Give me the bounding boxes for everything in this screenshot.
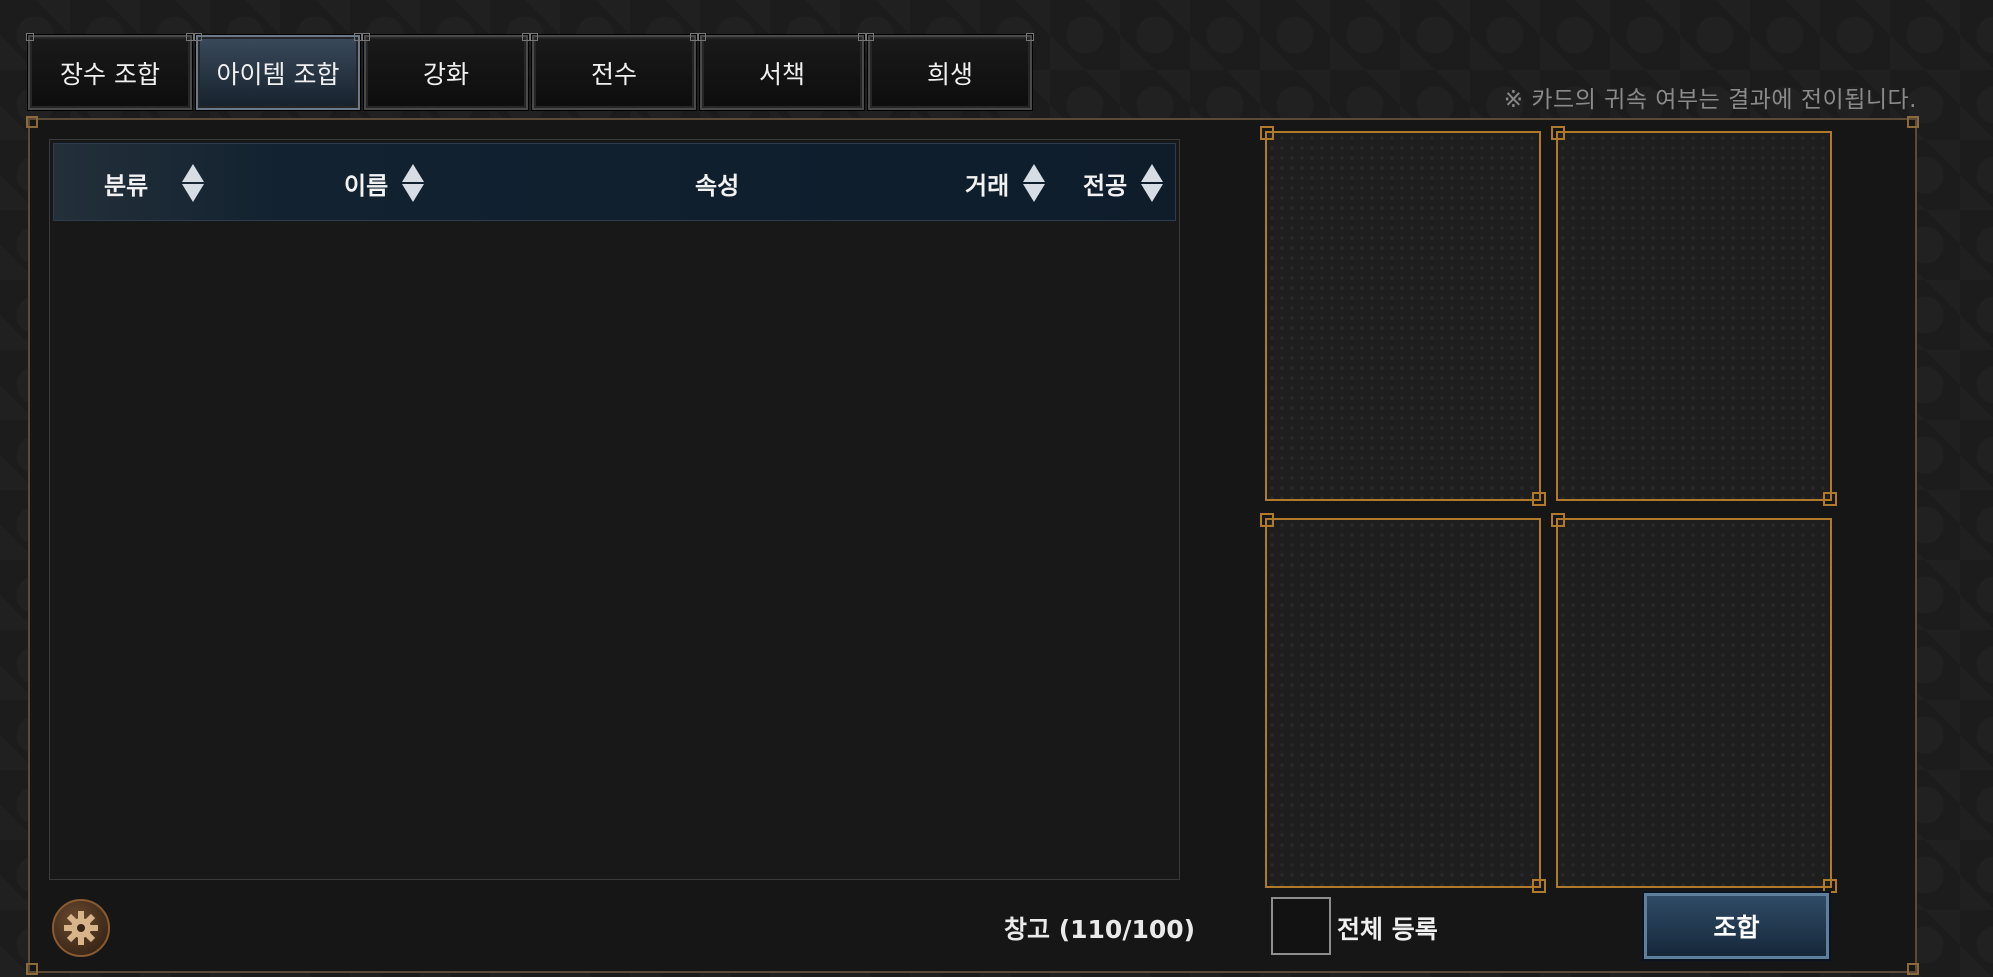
column-trade[interactable]: 거래 — [965, 144, 1046, 222]
frame-corner — [1907, 963, 1919, 975]
column-merit[interactable]: 전공 — [1083, 144, 1164, 222]
sort-icon[interactable] — [1141, 163, 1164, 203]
card-slot-3[interactable] — [1260, 513, 1546, 893]
sort-icon[interactable] — [1023, 163, 1046, 203]
tab-book[interactable]: 서책 — [698, 33, 866, 111]
tab-general-combine[interactable]: 장수 조합 — [26, 33, 194, 111]
frame-corner — [1907, 116, 1919, 128]
main-panel: 분류 이름 속성 거래 전공 창고 (110/100) 전체 등록 조합 — [26, 116, 1919, 975]
column-label: 속성 — [695, 171, 740, 200]
storage-capacity: 창고 (110/100) — [1004, 915, 1196, 944]
item-list-panel[interactable]: 분류 이름 속성 거래 전공 — [49, 139, 1180, 880]
column-label: 분류 — [104, 171, 149, 200]
tab-enhance[interactable]: 강화 — [362, 33, 530, 111]
tab-label: 장수 조합 — [60, 59, 160, 89]
tab-sacrifice[interactable]: 희생 — [866, 33, 1034, 111]
tab-label: 강화 — [422, 59, 469, 89]
column-label: 이름 — [344, 171, 389, 200]
sort-icon[interactable] — [182, 163, 205, 203]
tab-label: 아이템 조합 — [216, 59, 340, 89]
card-slot-2[interactable] — [1551, 126, 1837, 506]
gear-icon — [64, 911, 98, 945]
tab-label: 희생 — [926, 59, 973, 89]
settings-gear-button[interactable] — [52, 899, 110, 957]
frame-corner — [26, 116, 38, 128]
tab-label: 전수 — [590, 59, 637, 89]
combine-button[interactable]: 조합 — [1642, 891, 1831, 961]
register-all-label: 전체 등록 — [1337, 915, 1438, 944]
sort-icon[interactable] — [402, 163, 425, 203]
card-slot-4[interactable] — [1551, 513, 1837, 893]
register-all-checkbox[interactable] — [1271, 897, 1331, 955]
tab-transfer[interactable]: 전수 — [530, 33, 698, 111]
column-name[interactable]: 이름 — [344, 144, 425, 222]
card-slot-1[interactable] — [1260, 126, 1546, 506]
bind-notice: ※ 카드의 귀속 여부는 결과에 전이됩니다. — [1503, 87, 1917, 113]
list-header: 분류 이름 속성 거래 전공 — [53, 143, 1176, 221]
frame-corner — [26, 963, 38, 975]
column-attribute: 속성 — [695, 144, 739, 222]
column-label: 거래 — [965, 171, 1010, 200]
tab-bar: 장수 조합 아이템 조합 강화 전수 서책 희생 — [26, 33, 1034, 111]
tab-item-combine[interactable]: 아이템 조합 — [194, 33, 362, 111]
column-label: 전공 — [1083, 171, 1128, 200]
combine-button-label: 조합 — [1713, 913, 1760, 942]
tab-label: 서책 — [758, 59, 805, 89]
column-category[interactable]: 분류 — [104, 144, 205, 222]
